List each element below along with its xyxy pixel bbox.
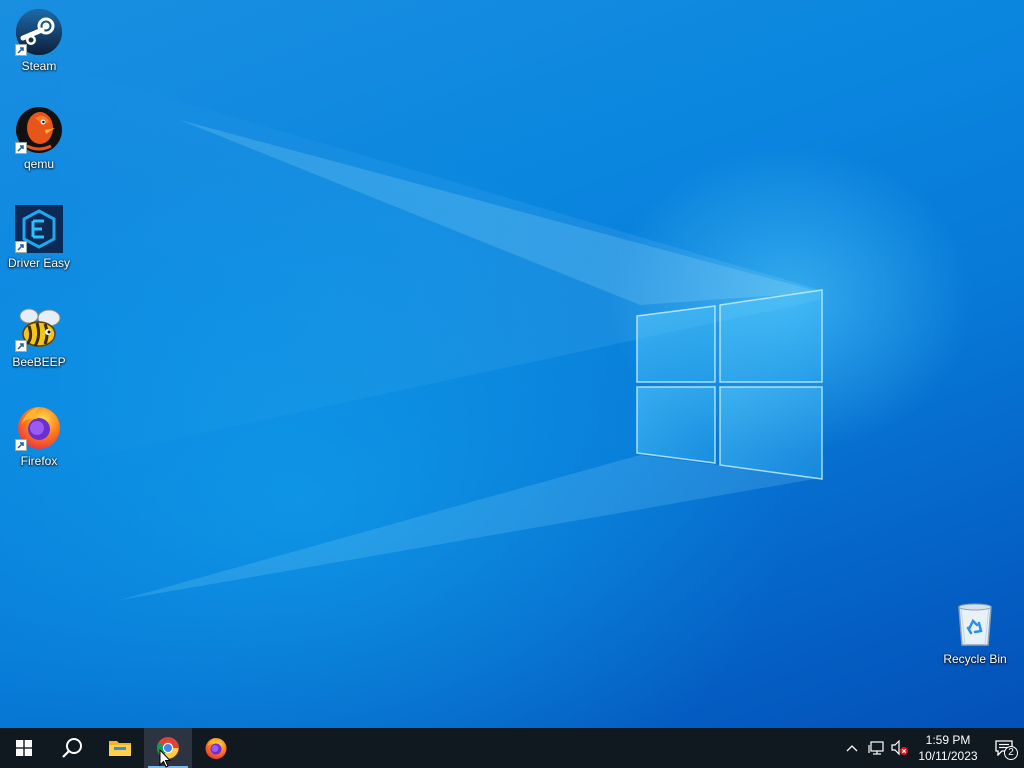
clock[interactable]: 1:59 PM 10/11/2023	[912, 728, 984, 768]
shortcut-arrow-icon	[15, 241, 27, 253]
desktop-icon-label: Driver Easy	[7, 256, 70, 270]
chevron-up-icon	[846, 745, 858, 752]
start-button[interactable]	[0, 728, 48, 768]
desktop-icon-label: Firefox	[20, 454, 58, 468]
volume-muted-icon	[891, 740, 908, 756]
show-hidden-icons-button[interactable]	[840, 728, 864, 768]
driver-easy-icon	[15, 205, 63, 253]
taskbar: 1:59 PM 10/11/2023 2	[0, 728, 1024, 768]
action-center-button[interactable]: 2	[984, 728, 1024, 768]
clock-time: 1:59 PM	[925, 733, 971, 747]
notification-count-badge: 2	[1004, 746, 1018, 760]
search-icon	[62, 738, 82, 758]
desktop-icon-label: qemu	[23, 157, 55, 171]
desktop-background: Steam qemu Driver Easy BeeBEEP Firefox R…	[0, 0, 1024, 728]
desktop-icon-firefox[interactable]: Firefox	[1, 403, 77, 468]
shortcut-arrow-icon	[15, 340, 27, 352]
windows-logo-wallpaper	[636, 289, 823, 480]
wallpaper-light-beams	[30, 60, 823, 600]
desktop-icon-recycle-bin[interactable]: Recycle Bin	[937, 601, 1013, 666]
desktop-icon-steam[interactable]: Steam	[1, 8, 77, 73]
desktop-icon-driver-easy[interactable]: Driver Easy	[1, 205, 77, 270]
shortcut-arrow-icon	[15, 44, 27, 56]
windows-logo-icon	[16, 740, 32, 756]
desktop-icon-label: Steam	[21, 59, 57, 73]
network-icon	[868, 741, 884, 755]
search-button[interactable]	[48, 728, 96, 768]
system-tray: 1:59 PM 10/11/2023 2	[840, 728, 1024, 768]
folder-icon	[109, 741, 131, 756]
qemu-icon	[15, 106, 63, 154]
network-button[interactable]	[864, 728, 888, 768]
shortcut-arrow-icon	[15, 142, 27, 154]
taskbar-file-explorer[interactable]	[96, 728, 144, 768]
desktop-icon-beebeep[interactable]: BeeBEEP	[1, 304, 77, 369]
shortcut-arrow-icon	[15, 439, 27, 451]
desktop-icon-label: BeeBEEP	[12, 355, 66, 369]
mouse-cursor-icon	[159, 749, 171, 768]
beebeep-icon	[15, 304, 63, 352]
desktop-icon-label: Recycle Bin	[943, 652, 1007, 666]
steam-icon	[15, 8, 63, 56]
volume-button[interactable]	[888, 728, 912, 768]
firefox-icon	[205, 738, 227, 759]
recycle-bin-icon	[951, 601, 999, 649]
taskbar-firefox[interactable]	[192, 728, 240, 768]
clock-date: 10/11/2023	[918, 749, 978, 763]
firefox-icon	[15, 403, 63, 451]
desktop-icon-qemu[interactable]: qemu	[1, 106, 77, 171]
